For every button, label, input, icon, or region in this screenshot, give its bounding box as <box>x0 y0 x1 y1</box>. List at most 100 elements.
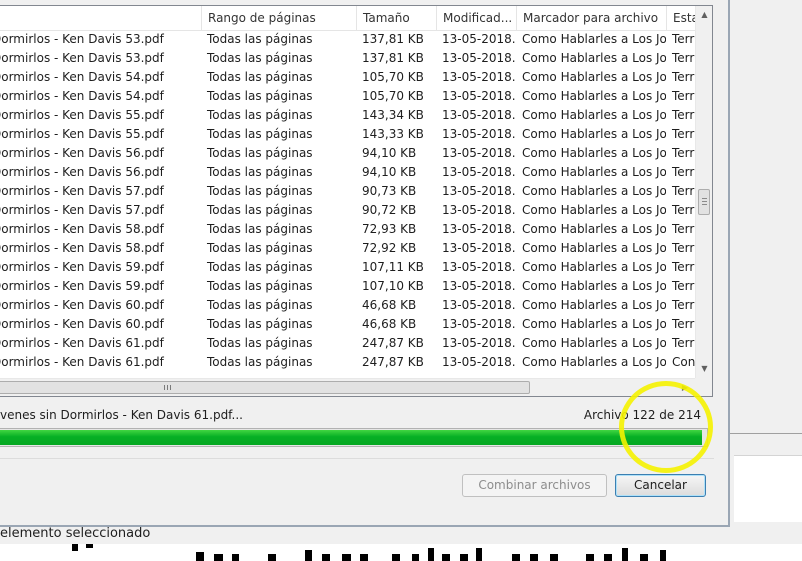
cell-size: 72,92 KB <box>362 241 417 255</box>
table-row[interactable]: Dormirlos - Ken Davis 56.pdf Todas las pá… <box>0 163 695 182</box>
cell-size: 143,33 KB <box>362 127 424 141</box>
cell-bookmark: Como Hablarles a Los Jo... <box>522 146 666 160</box>
cell-modified: 13-05-2018... <box>442 108 516 122</box>
vertical-scroll-thumb[interactable] <box>698 189 710 215</box>
cell-bookmark: Como Hablarles a Los Jo... <box>522 260 666 274</box>
combine-files-button[interactable]: Combinar archivos <box>462 474 607 497</box>
cell-size: 143,34 KB <box>362 108 424 122</box>
document-text-clipped <box>0 544 802 561</box>
cell-modified: 13-05-2018... <box>442 241 516 255</box>
cell-name: Dormirlos - Ken Davis 61.pdf <box>0 355 164 369</box>
divider <box>0 458 714 459</box>
cell-state: Terr <box>672 241 695 255</box>
table-row[interactable]: Dormirlos - Ken Davis 54.pdf Todas las pá… <box>0 87 695 106</box>
table-row[interactable]: Dormirlos - Ken Davis 61.pdf Todas las pá… <box>0 334 695 353</box>
table-row[interactable]: Dormirlos - Ken Davis 57.pdf Todas las pá… <box>0 201 695 220</box>
table-row[interactable]: Dormirlos - Ken Davis 60.pdf Todas las pá… <box>0 315 695 334</box>
thumb-grip-line <box>702 204 707 205</box>
cell-size: 137,81 KB <box>362 32 424 46</box>
table-row[interactable]: Dormirlos - Ken Davis 59.pdf Todas las pá… <box>0 277 695 296</box>
column-header-size[interactable]: Tamaño <box>356 6 436 30</box>
cell-page-range: Todas las páginas <box>207 32 313 46</box>
cell-modified: 13-05-2018... <box>442 298 516 312</box>
cell-bookmark: Como Hablarles a Los Jo... <box>522 108 666 122</box>
cell-bookmark: Como Hablarles a Los Jo... <box>522 317 666 331</box>
cell-page-range: Todas las páginas <box>207 355 313 369</box>
thumb-grip-line <box>702 198 707 199</box>
table-row[interactable]: Dormirlos - Ken Davis 53.pdf Todas las pá… <box>0 30 695 49</box>
horizontal-scrollbar[interactable]: ▶ <box>0 378 695 396</box>
cell-modified: 13-05-2018... <box>442 127 516 141</box>
table-row[interactable]: Dormirlos - Ken Davis 57.pdf Todas las pá… <box>0 182 695 201</box>
cell-page-range: Todas las páginas <box>207 222 313 236</box>
cell-name: Dormirlos - Ken Davis 55.pdf <box>0 108 164 122</box>
cell-page-range: Todas las páginas <box>207 70 313 84</box>
cell-page-range: Todas las páginas <box>207 108 313 122</box>
table-row[interactable]: Dormirlos - Ken Davis 56.pdf Todas las pá… <box>0 144 695 163</box>
table-row[interactable]: Dormirlos - Ken Davis 54.pdf Todas las pá… <box>0 68 695 87</box>
combine-files-dialog: Rango de páginas Tamaño Modificad... Mar… <box>0 0 730 527</box>
column-header-name[interactable] <box>0 6 201 30</box>
table-row[interactable]: Dormirlos - Ken Davis 55.pdf Todas las pá… <box>0 106 695 125</box>
cell-name: Dormirlos - Ken Davis 56.pdf <box>0 165 164 179</box>
table-row[interactable]: Dormirlos - Ken Davis 58.pdf Todas las pá… <box>0 220 695 239</box>
cell-bookmark: Como Hablarles a Los Jo... <box>522 336 666 350</box>
cell-modified: 13-05-2018... <box>442 89 516 103</box>
cell-modified: 13-05-2018... <box>442 203 516 217</box>
highlight-circle <box>619 381 713 473</box>
cell-page-range: Todas las páginas <box>207 89 313 103</box>
thumb-grip-line <box>164 385 165 390</box>
cell-modified: 13-05-2018... <box>442 355 516 369</box>
column-header-modified[interactable]: Modificad... <box>436 6 516 30</box>
horizontal-scroll-thumb[interactable] <box>0 381 530 394</box>
table-row[interactable]: Dormirlos - Ken Davis 53.pdf Todas las pá… <box>0 49 695 68</box>
vertical-scrollbar[interactable]: ▲ ▼ <box>695 6 712 378</box>
cell-name: Dormirlos - Ken Davis 59.pdf <box>0 279 164 293</box>
table-row[interactable]: Dormirlos - Ken Davis 55.pdf Todas las pá… <box>0 125 695 144</box>
cell-page-range: Todas las páginas <box>207 279 313 293</box>
file-list[interactable]: Rango de páginas Tamaño Modificad... Mar… <box>0 5 713 397</box>
cell-size: 46,68 KB <box>362 298 417 312</box>
thumb-grip-line <box>167 385 168 390</box>
cell-state: Terr <box>672 32 695 46</box>
scroll-up-icon[interactable]: ▲ <box>696 6 712 23</box>
cell-bookmark: Como Hablarles a Los Jo... <box>522 222 666 236</box>
cell-state: Terr <box>672 146 695 160</box>
cell-state: Terr <box>672 222 695 236</box>
cell-size: 72,93 KB <box>362 222 417 236</box>
cell-name: Dormirlos - Ken Davis 56.pdf <box>0 146 164 160</box>
cell-page-range: Todas las páginas <box>207 184 313 198</box>
cell-page-range: Todas las páginas <box>207 203 313 217</box>
table-row[interactable]: Dormirlos - Ken Davis 61.pdf Todas las pá… <box>0 353 695 372</box>
scroll-down-icon[interactable]: ▼ <box>696 360 712 377</box>
cell-bookmark: Como Hablarles a Los Jo... <box>522 89 666 103</box>
progress-bar <box>0 428 708 447</box>
table-row[interactable]: Dormirlos - Ken Davis 58.pdf Todas las pá… <box>0 239 695 258</box>
cell-bookmark: Como Hablarles a Los Jo... <box>522 51 666 65</box>
cell-page-range: Todas las páginas <box>207 127 313 141</box>
table-row[interactable]: Dormirlos - Ken Davis 59.pdf Todas las pá… <box>0 258 695 277</box>
cell-page-range: Todas las páginas <box>207 336 313 350</box>
thumb-grip-line <box>170 385 171 390</box>
cell-bookmark: Como Hablarles a Los Jo... <box>522 184 666 198</box>
cell-bookmark: Como Hablarles a Los Jo... <box>522 241 666 255</box>
cell-state: Terr <box>672 127 695 141</box>
cancel-button[interactable]: Cancelar <box>615 474 706 497</box>
cell-modified: 13-05-2018... <box>442 279 516 293</box>
column-header-page-range[interactable]: Rango de páginas <box>201 6 356 30</box>
cell-size: 107,11 KB <box>362 260 424 274</box>
column-header-state[interactable]: Esta <box>666 6 695 30</box>
column-header-bookmark[interactable]: Marcador para archivo <box>516 6 666 30</box>
current-file-label: venes sin Dormirlos - Ken Davis 61.pdf..… <box>0 408 243 422</box>
cell-name: Dormirlos - Ken Davis 58.pdf <box>0 241 164 255</box>
cell-name: Dormirlos - Ken Davis 60.pdf <box>0 298 164 312</box>
thumb-grip-line <box>702 201 707 202</box>
cell-size: 247,87 KB <box>362 336 424 350</box>
cell-page-range: Todas las páginas <box>207 260 313 274</box>
table-row[interactable]: Dormirlos - Ken Davis 60.pdf Todas las pá… <box>0 296 695 315</box>
cell-size: 247,87 KB <box>362 355 424 369</box>
cell-name: Dormirlos - Ken Davis 57.pdf <box>0 203 164 217</box>
cell-modified: 13-05-2018... <box>442 70 516 84</box>
cell-bookmark: Como Hablarles a Los Jo... <box>522 165 666 179</box>
cell-size: 107,10 KB <box>362 279 424 293</box>
